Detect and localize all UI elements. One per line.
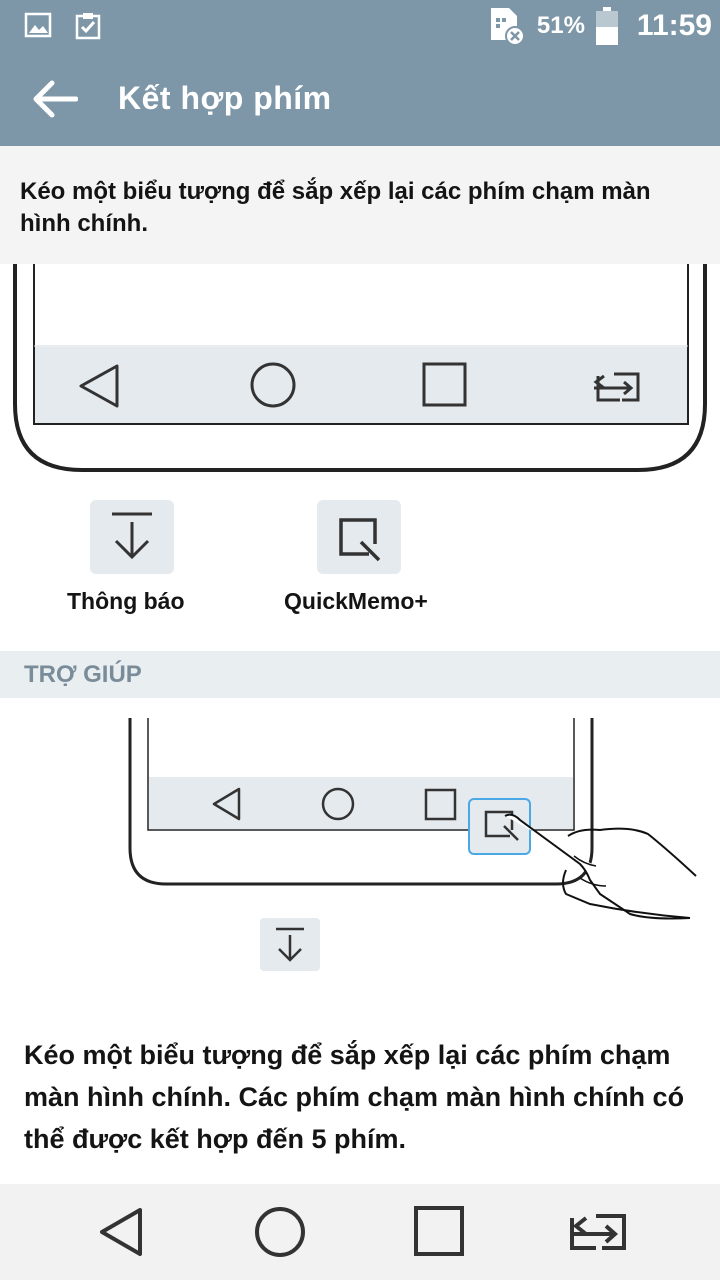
recent-apps-nav-icon[interactable] [407, 1202, 471, 1262]
clipboard-check-icon [75, 13, 101, 40]
sim-error-icon [490, 8, 525, 46]
help-text: Kéo một biểu tượng để sắp xếp lại các ph… [24, 1040, 685, 1154]
notification-key-label: Thông báo [67, 588, 185, 614]
arrow-left-icon[interactable] [30, 78, 78, 120]
help-header-label: TRỢ GIÚP [24, 661, 142, 688]
status-right: 51% 11:59 [487, 6, 712, 46]
help-illustration [128, 718, 697, 971]
back-nav-icon[interactable] [92, 1202, 156, 1262]
quickmemo-key-label: QuickMemo+ [284, 588, 428, 614]
status-bar: 51% 11:59 [0, 0, 720, 52]
quickmemo-key-tile[interactable] [317, 500, 401, 574]
clock: 11:59 [636, 9, 712, 42]
system-nav-bar [0, 1184, 720, 1280]
page-title: Kết hợp phím [118, 80, 332, 116]
battery-percent: 51% [536, 12, 585, 39]
help-section-header: TRỢ GIÚP [0, 651, 720, 698]
image-icon [24, 12, 52, 38]
battery-icon [595, 7, 618, 45]
quickmemo-icon [339, 518, 381, 562]
notification-download-icon [112, 512, 152, 560]
home-nav-icon[interactable] [248, 1202, 312, 1262]
notification-key-tile[interactable] [90, 500, 174, 574]
dual-window-nav-icon[interactable] [566, 1202, 630, 1262]
app-bar: Kết hợp phím [0, 52, 720, 146]
status-left-icons [24, 12, 102, 40]
home-buttons-preview [13, 264, 707, 472]
description-text: Kéo một biểu tượng để sắp xếp lại các ph… [0, 146, 720, 264]
